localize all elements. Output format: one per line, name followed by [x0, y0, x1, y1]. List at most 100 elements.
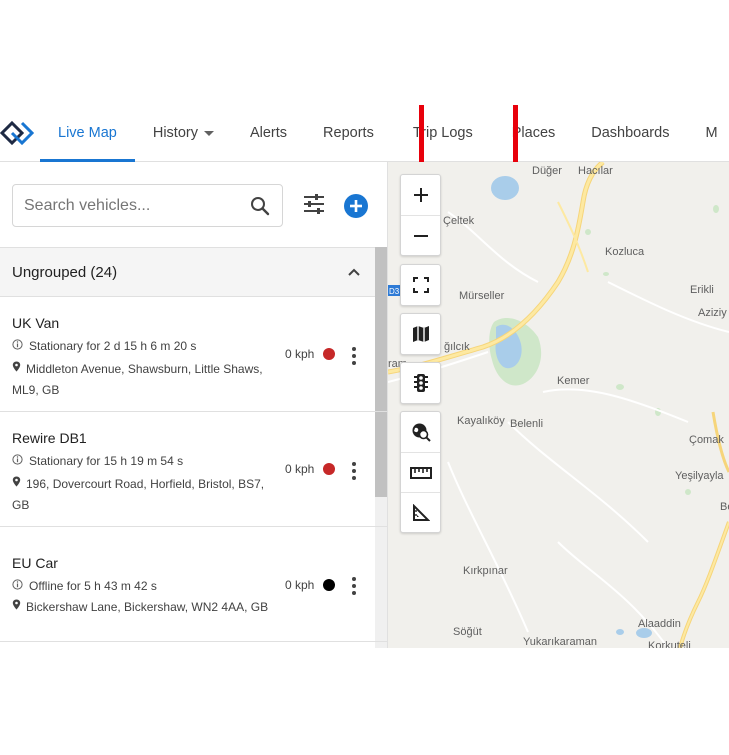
globe-search-icon[interactable]	[401, 412, 440, 452]
nav-alerts[interactable]: Alerts	[232, 105, 305, 161]
location-pin-icon	[12, 473, 21, 494]
caret-down-icon	[203, 130, 214, 136]
status-dot	[323, 348, 336, 360]
nav-dashboards-label: Dashboards	[591, 125, 670, 141]
road-badge: D3	[389, 287, 400, 296]
vehicle-item[interactable]: EU Car Offline for 5 h 43 m 42 s Bickers…	[0, 527, 387, 642]
status-dot	[323, 579, 336, 591]
map-label: Çeltek	[443, 215, 475, 227]
vehicle-status: Offline for 5 h 43 m 42 s	[12, 579, 157, 593]
vehicle-address-text: Bickershaw Lane, Bickershaw, WN2 4AA, GB	[26, 600, 269, 614]
vehicle-name: UK Van	[12, 315, 60, 331]
nav-alerts-label: Alerts	[249, 125, 288, 141]
nav-trip-logs[interactable]: Trip Logs	[392, 105, 494, 161]
map-label: Yeşilyayla	[675, 470, 724, 482]
info-icon	[12, 454, 23, 468]
map-label: Mürseller	[459, 290, 505, 302]
fullscreen-control	[400, 264, 441, 306]
vehicle-address-text: Middleton Avenue, Shawsburn, Little Shaw…	[12, 362, 263, 397]
location-pin-icon	[12, 596, 21, 617]
chevron-up-icon[interactable]	[347, 264, 361, 281]
map-layers-icon[interactable]	[401, 314, 440, 354]
search-icon[interactable]	[250, 196, 270, 221]
search-row	[0, 162, 387, 247]
nav-dashboards[interactable]: Dashboards	[573, 105, 687, 161]
nav-live-map-label: Live Map	[58, 125, 117, 141]
sidebar: Ungrouped (24) UK Van Stationary for 2 d…	[0, 162, 388, 648]
status-dot	[323, 463, 336, 475]
nav-places-label: Places	[511, 125, 556, 141]
nav-live-map[interactable]: Live Map	[40, 105, 135, 162]
vehicle-item[interactable]: Rewire DB1 Stationary for 15 h 19 m 54 s…	[0, 412, 387, 527]
info-icon	[12, 339, 23, 353]
location-pin-icon	[12, 358, 21, 379]
zoom-out-icon[interactable]	[401, 215, 440, 255]
map-label: Kayalıköy	[457, 415, 505, 427]
nav-history[interactable]: History	[135, 105, 232, 161]
map-label: Kırkpınar	[463, 565, 508, 577]
map-label: ğılcık	[444, 341, 470, 353]
vehicle-speed: 0 kph	[285, 578, 336, 592]
map-label: Kemer	[557, 375, 590, 387]
nav-places[interactable]: Places	[494, 105, 574, 161]
nav-reports[interactable]: Reports	[305, 105, 392, 161]
more-options-icon[interactable]	[350, 462, 358, 480]
vehicle-item[interactable]: UK Van Stationary for 2 d 15 h 6 m 20 s …	[0, 297, 387, 412]
vehicle-address: Bickershaw Lane, Bickershaw, WN2 4AA, GB	[12, 597, 274, 618]
app-logo-icon[interactable]	[0, 105, 40, 161]
vehicle-address-text: 196, Dovercourt Road, Horfield, Bristol,…	[12, 477, 265, 512]
vehicle-speed-text: 0 kph	[285, 578, 315, 592]
map-label: Erikli	[690, 284, 714, 296]
zoom-controls	[400, 174, 441, 256]
vehicle-status: Stationary for 2 d 15 h 6 m 20 s	[12, 339, 196, 353]
map-view[interactable]: D3 Düğer Hacılar Çeltek Kozluca Erikli A…	[388, 162, 729, 648]
info-icon	[12, 579, 23, 593]
more-options-icon[interactable]	[350, 577, 358, 595]
vehicle-speed-text: 0 kph	[285, 347, 315, 361]
map-label: Yukarıkaraman	[523, 636, 597, 648]
vehicle-status-text: Stationary for 15 h 19 m 54 s	[29, 454, 184, 468]
area-measure-icon[interactable]	[401, 492, 440, 532]
group-title: Ungrouped (24)	[12, 263, 118, 281]
vehicle-status: Stationary for 15 h 19 m 54 s	[12, 454, 183, 468]
map-label: Alaaddin	[638, 618, 681, 630]
traffic-light-icon[interactable]	[401, 363, 440, 403]
map-label: Kozluca	[605, 246, 645, 258]
map-tools-control	[400, 411, 441, 533]
map-label: Belenli	[510, 418, 544, 430]
vehicle-name: EU Car	[12, 555, 58, 571]
map-label: Aziziy	[698, 307, 727, 319]
group-header[interactable]: Ungrouped (24)	[0, 247, 387, 297]
nav-trip-logs-label: Trip Logs	[412, 125, 473, 141]
search-box[interactable]	[12, 184, 283, 227]
vehicle-address: 196, Dovercourt Road, Horfield, Bristol,…	[12, 474, 274, 516]
map-label: Söğüt	[453, 626, 482, 638]
add-vehicle-icon[interactable]	[343, 193, 369, 224]
map-label: Hacılar	[578, 165, 613, 177]
vehicle-speed-text: 0 kph	[285, 462, 315, 476]
vehicle-name: Rewire DB1	[12, 430, 87, 446]
nav-reports-label: Reports	[323, 125, 374, 141]
map-label: Be	[720, 501, 729, 513]
vehicle-status-text: Offline for 5 h 43 m 42 s	[29, 579, 157, 593]
map-label: Çomak	[689, 434, 724, 446]
vehicle-speed: 0 kph	[285, 462, 336, 476]
fullscreen-icon[interactable]	[401, 265, 440, 305]
filter-sliders-icon[interactable]	[303, 194, 325, 219]
nav-history-label: History	[152, 125, 198, 141]
map-label: Korkuteli	[648, 640, 691, 648]
map-type-control	[400, 313, 441, 355]
vehicle-status-text: Stationary for 2 d 15 h 6 m 20 s	[29, 339, 197, 353]
map-label: Düğer	[532, 165, 562, 177]
nav-more[interactable]: M	[687, 105, 729, 161]
nav-more-label: M	[705, 125, 718, 141]
vehicle-address: Middleton Avenue, Shawsburn, Little Shaw…	[12, 359, 274, 401]
zoom-in-icon[interactable]	[401, 175, 440, 215]
ruler-icon[interactable]	[401, 452, 440, 492]
traffic-control	[400, 362, 441, 404]
app-window: Live Map History Alerts Reports Trip Log…	[0, 105, 729, 648]
vehicle-speed: 0 kph	[285, 347, 336, 361]
more-options-icon[interactable]	[350, 347, 358, 365]
search-input[interactable]	[24, 196, 234, 215]
top-nav: Live Map History Alerts Reports Trip Log…	[0, 105, 729, 172]
